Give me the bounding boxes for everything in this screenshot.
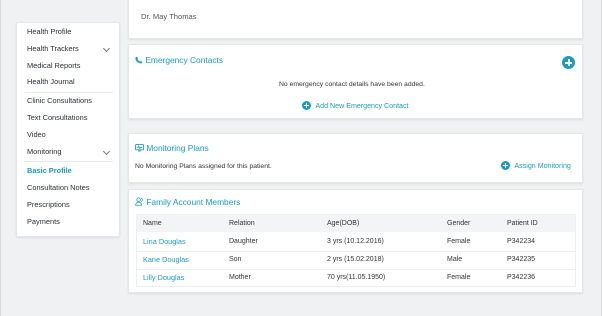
- sidebar-item-label: Health Profile: [27, 27, 72, 36]
- chevron-down-icon: [102, 147, 111, 156]
- sidebar-item-prescriptions[interactable]: Prescriptions: [27, 198, 113, 212]
- member-relation: Mother: [229, 274, 251, 281]
- sidebar-item-clinic-consultations[interactable]: Clinic Consultations: [27, 94, 113, 108]
- sidebar-item-label: Video: [27, 130, 46, 139]
- sidebar: Health Profile Health Trackers Medical R…: [16, 22, 120, 237]
- users-icon: [135, 197, 143, 206]
- member-gender: Female: [447, 238, 471, 245]
- sidebar-item-label: Payments: [27, 217, 60, 226]
- family-members-table: Name Relation Age(DOB) Gender Patient ID…: [136, 214, 576, 287]
- table-row: Lina Douglas Daughter 3 yrs (10.12.2016)…: [137, 233, 575, 251]
- monitoring-plans-card: Monitoring Plans No Monitoring Plans ass…: [128, 133, 583, 183]
- sidebar-item-basic-profile[interactable]: Basic Profile: [27, 164, 113, 178]
- table-header: Name Relation Age(DOB) Gender Patient ID: [137, 215, 575, 232]
- add-emergency-contact-icon-button[interactable]: [562, 56, 575, 69]
- member-name-link[interactable]: Kane Douglas: [143, 255, 189, 265]
- card-title-label: Family Account Members: [146, 197, 241, 207]
- chevron-down-icon: [102, 44, 111, 53]
- card-title-label: Monitoring Plans: [146, 143, 209, 153]
- member-name-link[interactable]: Lilly Douglas: [143, 273, 184, 283]
- sidebar-divider: [25, 92, 113, 93]
- member-patient-id: P342235: [507, 256, 536, 263]
- assign-monitoring-label: Assign Monitoring: [514, 161, 571, 170]
- sidebar-item-health-journal[interactable]: Health Journal: [27, 75, 113, 89]
- table-row: Kane Douglas Son 2 yrs (15.02.2018) Male…: [137, 251, 575, 269]
- sidebar-item-health-trackers[interactable]: Health Trackers: [27, 42, 113, 56]
- sidebar-item-label: Clinic Consultations: [27, 96, 92, 105]
- sidebar-item-label: Health Journal: [27, 77, 75, 86]
- emergency-contacts-card: Emergency Contacts No emergency contact …: [128, 44, 583, 119]
- phone-icon: [135, 56, 143, 64]
- member-name-link[interactable]: Lina Douglas: [143, 237, 186, 247]
- sidebar-item-label: Consultation Notes: [27, 183, 90, 192]
- member-relation: Son: [229, 256, 242, 263]
- monitor-plan-icon: [135, 144, 144, 152]
- doctor-card: Dr. May Thomas: [128, 0, 583, 39]
- sidebar-item-label: Text Consultations: [27, 113, 88, 122]
- doctor-name: Dr. May Thomas: [141, 12, 197, 21]
- sidebar-item-label: Monitoring: [27, 147, 62, 156]
- monitoring-plans-title: Monitoring Plans: [135, 143, 209, 153]
- sidebar-item-video[interactable]: Video: [27, 128, 113, 142]
- family-members-title: Family Account Members: [135, 197, 240, 207]
- sidebar-item-monitoring[interactable]: Monitoring: [27, 145, 113, 159]
- member-gender: Male: [447, 256, 463, 263]
- column-header-age: Age(DOB): [327, 220, 360, 227]
- sidebar-item-health-profile[interactable]: Health Profile: [27, 25, 113, 39]
- table-row: Lilly Douglas Mother 70 yrs(11.05.1950) …: [137, 269, 575, 287]
- sidebar-item-payments[interactable]: Payments: [27, 215, 113, 229]
- sidebar-item-label: Health Trackers: [27, 44, 79, 53]
- family-members-card: Family Account Members Name Relation Age…: [128, 189, 583, 293]
- sidebar-divider: [25, 161, 113, 162]
- sidebar-item-label: Basic Profile: [27, 166, 72, 175]
- column-header-patient-id: Patient ID: [507, 220, 538, 227]
- member-age: 2 yrs (15.02.2018): [327, 256, 384, 263]
- column-header-gender: Gender: [447, 220, 471, 227]
- add-emergency-contact-label: Add New Emergency Contact: [315, 101, 409, 110]
- sidebar-item-label: Prescriptions: [27, 200, 70, 209]
- member-relation: Daughter: [229, 238, 258, 245]
- add-emergency-contact-link[interactable]: Add New Emergency Contact: [302, 97, 409, 115]
- member-patient-id: P342236: [507, 274, 536, 281]
- member-age: 70 yrs(11.05.1950): [327, 274, 386, 281]
- sidebar-item-consultation-notes[interactable]: Consultation Notes: [27, 181, 113, 195]
- member-patient-id: P342234: [507, 238, 536, 245]
- sidebar-item-label: Medical Reports: [27, 61, 81, 70]
- column-header-name: Name: [143, 220, 162, 227]
- sidebar-item-text-consultations[interactable]: Text Consultations: [27, 111, 113, 125]
- plus-circle-icon: [302, 101, 311, 111]
- member-age: 3 yrs (10.12.2016): [327, 238, 384, 245]
- assign-monitoring-button[interactable]: Assign Monitoring: [501, 157, 571, 175]
- sidebar-item-medical-reports[interactable]: Medical Reports: [27, 59, 113, 73]
- member-gender: Female: [447, 274, 471, 281]
- emergency-contacts-title: Emergency Contacts: [135, 55, 223, 65]
- plus-circle-icon: [501, 161, 510, 171]
- column-header-relation: Relation: [229, 220, 255, 227]
- emergency-empty-message: No emergency contact details have been a…: [279, 81, 425, 88]
- monitoring-empty-message: No Monitoring Plans assigned for this pa…: [135, 163, 272, 170]
- card-title-label: Emergency Contacts: [145, 55, 224, 65]
